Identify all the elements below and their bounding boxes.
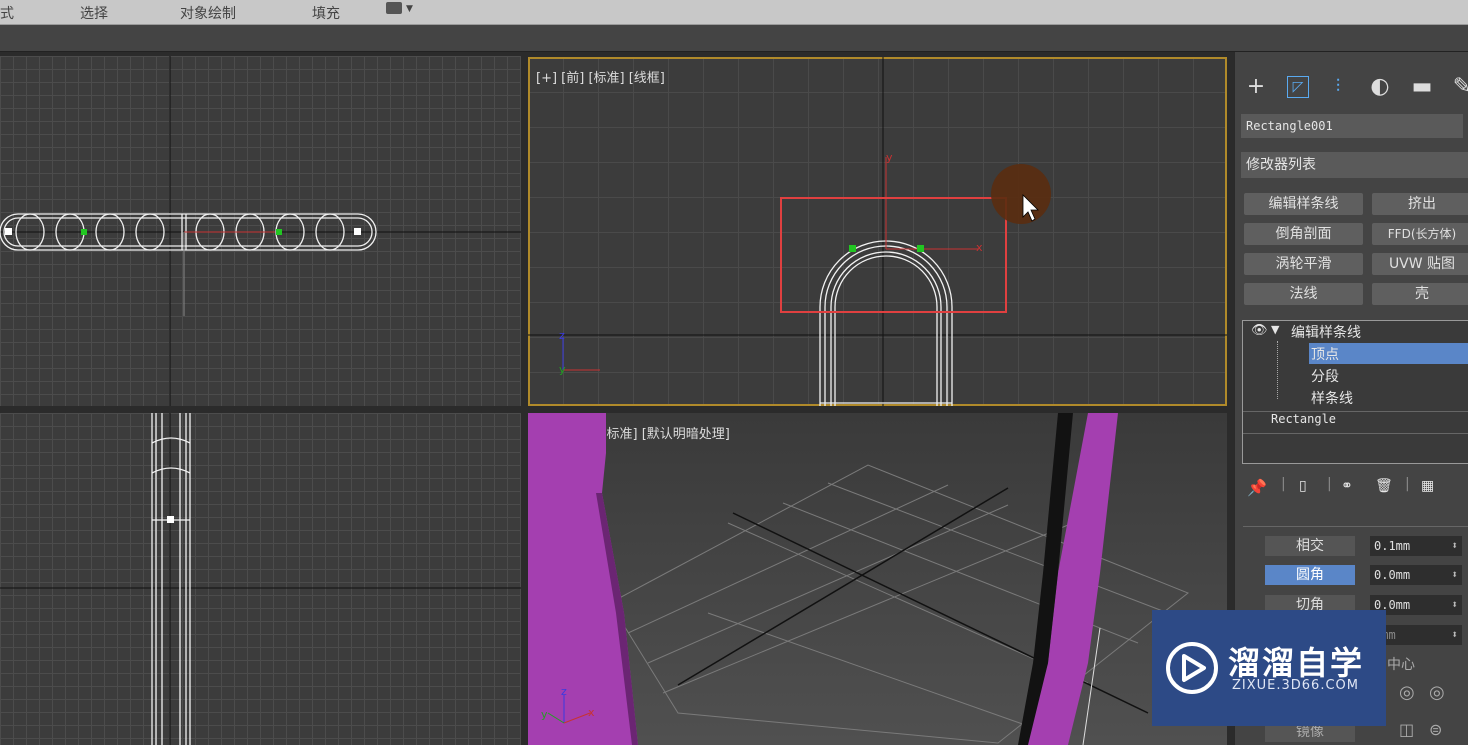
modifier-normal-button[interactable]: 法线: [1244, 283, 1363, 305]
play-logo-icon: [1166, 642, 1218, 694]
spinner-arrows-icon[interactable]: ⬍: [1451, 595, 1458, 615]
stack-subobject-spline[interactable]: 样条线: [1311, 388, 1353, 408]
show-end-result-icon[interactable]: ▯: [1299, 478, 1307, 494]
menu-dropdown-icon[interactable]: [386, 2, 402, 14]
mirror-icon[interactable]: ◫: [1399, 720, 1414, 739]
stack-divider-2: [1243, 433, 1468, 434]
eye-icon[interactable]: 👁: [1251, 323, 1268, 338]
toolbar-separator: |: [1281, 476, 1286, 492]
make-unique-icon[interactable]: ⚭: [1341, 478, 1353, 494]
param-intersect-spinner[interactable]: 0.1mm ⬍: [1370, 536, 1462, 556]
front-gizmo-y: y: [559, 363, 566, 376]
menu-item-populate[interactable]: 填充: [312, 3, 340, 23]
hierarchy-tab-icon[interactable]: ⫶: [1323, 72, 1353, 102]
watermark-logo: 溜溜自学 ZIXUE.3D66.COM: [1152, 610, 1386, 726]
toolbar-separator: |: [1405, 476, 1410, 492]
menu-item[interactable]: 式: [0, 3, 14, 23]
modifier-list-dropdown[interactable]: 修改器列表: [1241, 152, 1468, 178]
toolbar-separator: |: [1327, 476, 1332, 492]
ring-icon-2[interactable]: ◎: [1429, 682, 1445, 703]
viewport-perspective-scene: z y x: [528, 413, 1189, 745]
persp-gizmo-z: z: [561, 685, 567, 698]
viewport-left-scene: [0, 413, 521, 745]
chevron-down-icon[interactable]: ▼: [406, 4, 413, 14]
rollout-divider: [1243, 526, 1468, 527]
create-tab-icon[interactable]: +: [1241, 72, 1271, 102]
configure-sets-icon[interactable]: ▦: [1421, 478, 1434, 494]
persp-gizmo-y: y: [541, 708, 548, 721]
viewport-front[interactable]: [+] [前] [标准] [线框] y x z y: [528, 57, 1227, 406]
menu-bar: 式 选择 对象绘制 填充 ▼: [0, 0, 1468, 25]
modifier-bevel-profile-button[interactable]: 倒角剖面: [1244, 223, 1363, 245]
modifier-uvw-map-button[interactable]: UVW 贴图: [1372, 253, 1468, 275]
viewport-top[interactable]: [0, 56, 521, 406]
modifier-stack[interactable]: 👁 ▼ 编辑样条线 顶点 分段 样条线 Rectangle: [1242, 320, 1468, 464]
object-name-field[interactable]: Rectangle001: [1241, 114, 1463, 138]
display-tab-icon[interactable]: ▬: [1407, 72, 1437, 102]
modifier-edit-spline-button[interactable]: 编辑样条线: [1244, 193, 1363, 215]
motion-tab-icon[interactable]: ◐: [1365, 72, 1395, 102]
pin-stack-icon[interactable]: 📌: [1247, 478, 1267, 497]
stack-subobject-vertex[interactable]: 顶点: [1311, 344, 1339, 364]
front-axis-x-label: x: [976, 241, 983, 254]
stack-subobject-segment[interactable]: 分段: [1311, 366, 1339, 386]
front-axis-y-label: y: [886, 151, 893, 164]
spinner-arrows-icon[interactable]: ⬍: [1451, 536, 1458, 556]
modify-tab-icon[interactable]: ◸: [1287, 76, 1309, 98]
spinner-arrows-icon[interactable]: ⬍: [1451, 625, 1458, 645]
menu-item-select[interactable]: 选择: [80, 3, 108, 23]
param-fillet-spinner[interactable]: 0.0mm ⬍: [1370, 565, 1462, 585]
spinner-arrows-icon[interactable]: ⬍: [1451, 565, 1458, 585]
param-intersect-button[interactable]: 相交: [1265, 536, 1355, 556]
modifier-turbosmooth-button[interactable]: 涡轮平滑: [1244, 253, 1363, 275]
stack-item-rectangle[interactable]: Rectangle: [1271, 412, 1336, 426]
main-toolbar: [0, 25, 1468, 52]
utilities-wrench-icon[interactable]: ✎: [1447, 72, 1468, 102]
stack-tree-line: [1277, 341, 1279, 399]
remove-modifier-trash-icon[interactable]: 🗑: [1375, 478, 1393, 494]
modifier-extrude-button[interactable]: 挤出: [1372, 193, 1468, 215]
viewport-front-scene: y x z y: [528, 57, 1227, 406]
modifier-shell-button[interactable]: 壳: [1372, 283, 1468, 305]
viewport-left[interactable]: [0, 413, 521, 745]
ring-icon[interactable]: ◎: [1399, 682, 1415, 703]
mirror-icon-2[interactable]: ⊜: [1429, 720, 1442, 739]
center-label: 中心: [1387, 657, 1415, 673]
stack-item-edit-spline[interactable]: 编辑样条线: [1291, 322, 1361, 342]
viewport-top-scene: [0, 56, 521, 406]
param-intersect-value[interactable]: 0.1mm: [1374, 539, 1410, 553]
front-gizmo-z: z: [559, 329, 565, 342]
param-fillet-value[interactable]: 0.0mm: [1374, 568, 1410, 582]
viewport-perspective[interactable]: [+] [透视] [标准] [默认明暗处理] z y x: [528, 413, 1227, 745]
watermark-url: ZIXUE.3D66.COM: [1232, 678, 1359, 693]
modifier-ffd-box-button[interactable]: FFD(长方体): [1372, 223, 1468, 245]
expand-triangle-icon[interactable]: ▼: [1271, 323, 1279, 336]
persp-gizmo-x: x: [588, 706, 595, 719]
param-fillet-button[interactable]: 圆角: [1265, 565, 1355, 585]
menu-item-object-paint[interactable]: 对象绘制: [180, 3, 236, 23]
